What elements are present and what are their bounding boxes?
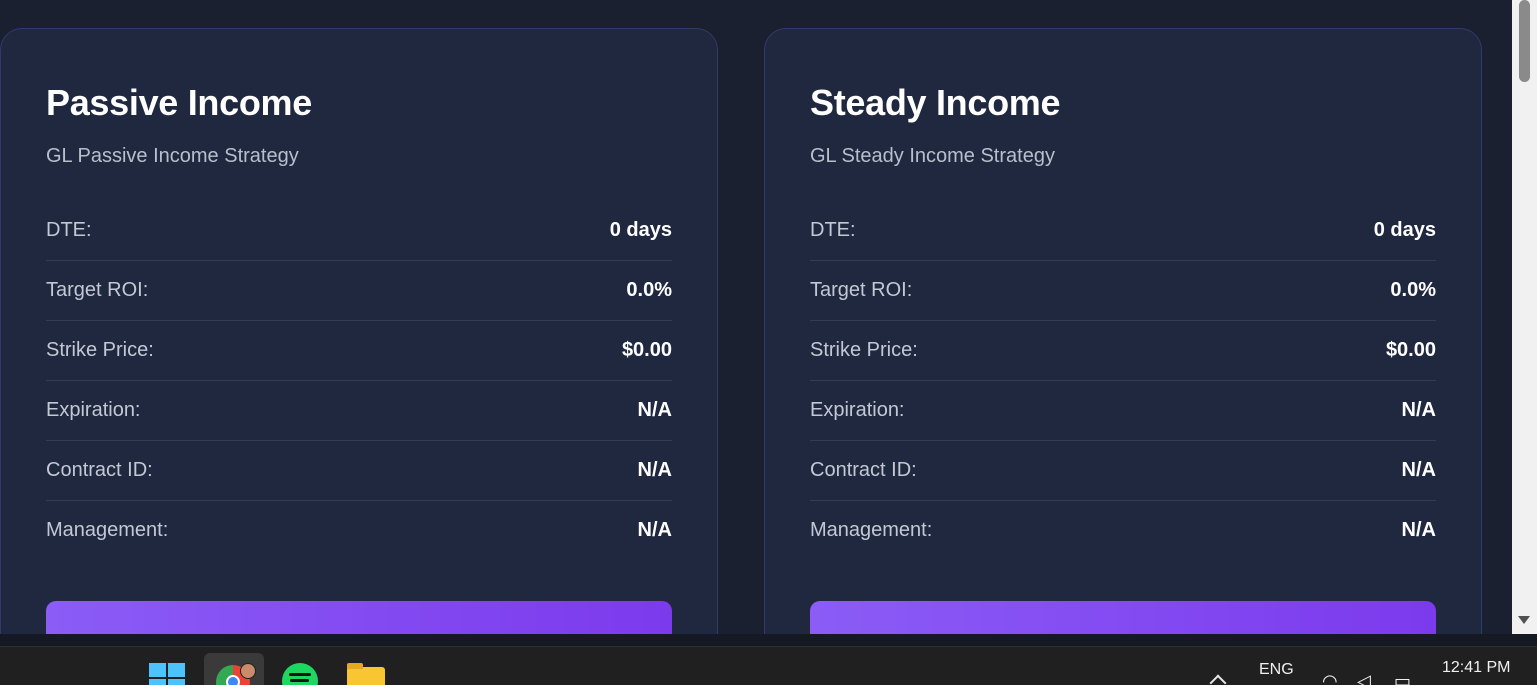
chevron-up-icon[interactable] bbox=[1209, 674, 1227, 685]
profile-avatar bbox=[240, 663, 256, 679]
battery-icon[interactable]: ▭ bbox=[1394, 671, 1411, 685]
detail-row-management: Management: N/A bbox=[810, 501, 1436, 560]
detail-label: Target ROI: bbox=[810, 279, 913, 301]
detail-value: N/A bbox=[1401, 519, 1436, 541]
chrome-taskbar-button[interactable] bbox=[204, 653, 264, 685]
detail-label: Expiration: bbox=[46, 399, 141, 421]
detail-row-dte: DTE: 0 days bbox=[810, 201, 1436, 261]
detail-value: 0 days bbox=[609, 219, 672, 241]
volume-icon[interactable]: ◁ bbox=[1357, 671, 1371, 685]
card-subtitle: GL Passive Income Strategy bbox=[46, 145, 299, 167]
detail-row-target-roi: Target ROI: 0.0% bbox=[46, 261, 672, 321]
scroll-down-arrow-icon[interactable] bbox=[1518, 616, 1530, 624]
file-explorer-icon[interactable] bbox=[347, 663, 385, 685]
taskbar-clock[interactable]: 12:41 PM bbox=[1442, 659, 1510, 677]
detail-value: N/A bbox=[1401, 399, 1436, 421]
detail-label: Strike Price: bbox=[810, 339, 918, 361]
taskbar-divider bbox=[0, 634, 1537, 646]
detail-value: N/A bbox=[637, 399, 672, 421]
detail-row-expiration: Expiration: N/A bbox=[810, 381, 1436, 441]
select-passive-strategy-button[interactable]: Select Passive Strategy bbox=[46, 601, 672, 634]
detail-label: DTE: bbox=[46, 219, 92, 241]
detail-row-strike-price: Strike Price: $0.00 bbox=[810, 321, 1436, 381]
language-indicator[interactable]: ENG bbox=[1259, 661, 1294, 679]
vertical-scrollbar[interactable] bbox=[1512, 0, 1537, 634]
detail-row-dte: DTE: 0 days bbox=[46, 201, 672, 261]
detail-row-strike-price: Strike Price: $0.00 bbox=[46, 321, 672, 381]
detail-value: N/A bbox=[637, 519, 672, 541]
detail-row-expiration: Expiration: N/A bbox=[46, 381, 672, 441]
strategy-details: DTE: 0 days Target ROI: 0.0% Strike Pric… bbox=[46, 201, 672, 560]
windows-start-icon[interactable] bbox=[149, 663, 185, 685]
detail-label: Management: bbox=[810, 519, 933, 541]
detail-value: 0.0% bbox=[626, 279, 672, 301]
detail-label: Contract ID: bbox=[810, 459, 917, 481]
select-steady-strategy-button[interactable]: Select Steady Strategy bbox=[810, 601, 1436, 634]
spotify-icon[interactable] bbox=[282, 663, 318, 685]
detail-label: Expiration: bbox=[810, 399, 905, 421]
detail-value: $0.00 bbox=[1385, 339, 1436, 361]
detail-value: $0.00 bbox=[621, 339, 672, 361]
detail-value: 0.0% bbox=[1390, 279, 1436, 301]
scrollbar-thumb[interactable] bbox=[1519, 0, 1530, 82]
detail-row-contract-id: Contract ID: N/A bbox=[810, 441, 1436, 501]
detail-row-contract-id: Contract ID: N/A bbox=[46, 441, 672, 501]
detail-label: Strike Price: bbox=[46, 339, 154, 361]
detail-value: N/A bbox=[637, 459, 672, 481]
wifi-icon[interactable]: ◠ bbox=[1322, 671, 1338, 685]
card-subtitle: GL Steady Income Strategy bbox=[810, 145, 1055, 167]
card-title: Steady Income bbox=[810, 82, 1061, 123]
detail-label: Target ROI: bbox=[46, 279, 149, 301]
detail-label: DTE: bbox=[810, 219, 856, 241]
taskbar: ENG ◠ ◁ ▭ 12:41 PM bbox=[0, 646, 1537, 685]
detail-row-target-roi: Target ROI: 0.0% bbox=[810, 261, 1436, 321]
detail-value: N/A bbox=[1401, 459, 1436, 481]
page-viewport: Passive Income GL Passive Income Strateg… bbox=[0, 0, 1512, 634]
detail-label: Management: bbox=[46, 519, 169, 541]
card-title: Passive Income bbox=[46, 82, 312, 123]
detail-label: Contract ID: bbox=[46, 459, 153, 481]
steady-income-card: Steady Income GL Steady Income Strategy … bbox=[764, 28, 1482, 634]
passive-income-card: Passive Income GL Passive Income Strateg… bbox=[0, 28, 718, 634]
strategy-details: DTE: 0 days Target ROI: 0.0% Strike Pric… bbox=[810, 201, 1436, 560]
detail-value: 0 days bbox=[1373, 219, 1436, 241]
detail-row-management: Management: N/A bbox=[46, 501, 672, 560]
